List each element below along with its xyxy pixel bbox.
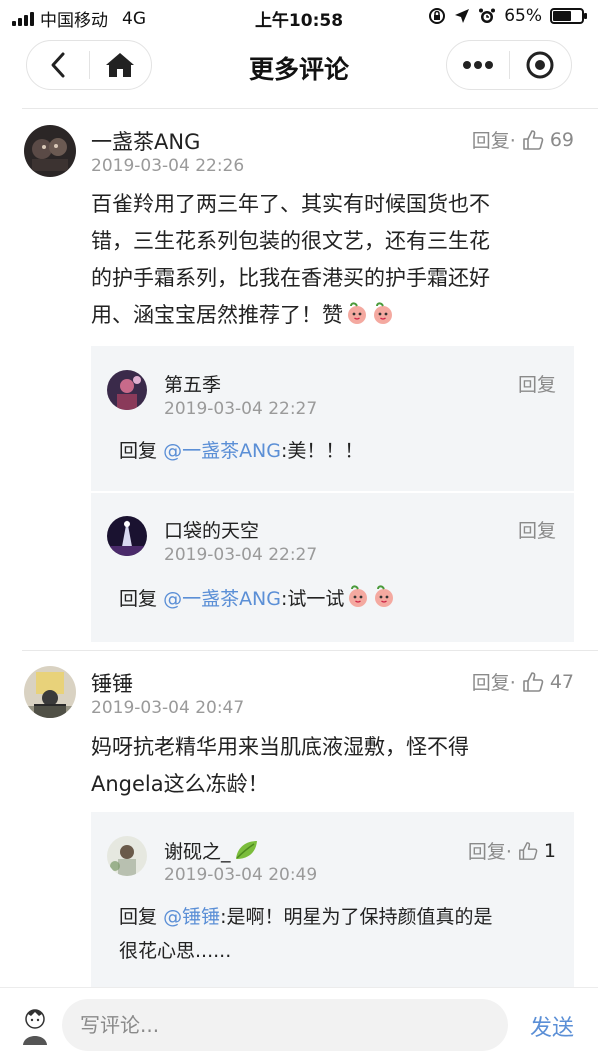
avatar[interactable] [24,125,76,177]
peach-face-emoji-icon [374,302,392,324]
comment-text-line: 错，三生花系列包装的很文艺，还有三生花 [91,229,490,253]
avatar[interactable] [107,370,147,410]
like-count: 69 [549,128,574,151]
reply-prefix: 回复 [119,440,158,462]
reply-prefix: 回复 [119,906,158,928]
comment-time: 2019-03-04 20:47 [91,698,245,718]
thumbs-up-icon[interactable] [518,841,538,861]
nav-right-capsule [446,40,572,90]
reply-text-line: 回复 @锤锤:是啊！明星为了保持颜值真的是 [119,900,554,934]
nav-divider [22,108,598,109]
reply-item: 谢砚之_ 2019-03-04 20:49 回复· 1 回复 @锤锤:是啊！明星… [91,812,574,987]
leaf-icon [235,841,257,859]
reply-author[interactable]: 谢砚之_ [164,837,259,864]
comment-text: 妈呀抗老精华用来当肌底液湿敷，怪不得 Angela这么冻龄！ [91,729,561,803]
reply-list: 谢砚之_ 2019-03-04 20:49 回复· 1 回复 @锤锤:是啊！明星… [91,812,574,987]
reply-item: 口袋的天空 2019-03-04 22:27 回复 回复 @一盏茶ANG:试一试 [91,493,574,642]
comment-author[interactable]: 锤锤 [91,668,133,698]
comment-text-line: Angela这么冻龄！ [91,772,269,796]
close-button[interactable] [510,41,572,89]
comment-text-line: 用、涵宝宝居然推荐了！赞 [91,303,343,327]
lock-rotation-icon [429,8,446,24]
peach-face-emoji-icon [348,302,366,324]
reply-time: 2019-03-04 20:49 [164,865,318,885]
reply-content: :试一试 [281,588,345,610]
reply-actions: 回复· 1 [468,837,556,864]
location-icon [455,9,470,23]
reply-item: 第五季 2019-03-04 22:27 回复 回复 @一盏茶ANG:美！！！ [91,346,574,490]
comment-input[interactable] [62,999,508,1051]
reply-button[interactable]: 回复· [472,126,516,153]
comment-compose-bar: 发送 [0,987,598,1063]
status-bar: 中国移动 4G 上午10:58 65% [0,0,598,34]
reply-label: 回复 [517,374,556,396]
thumbs-up-icon[interactable] [522,129,544,151]
battery-icon [550,8,587,24]
target-circle-icon [526,51,554,79]
thumbs-up-icon[interactable] [522,671,544,693]
reply-content: :美！！！ [281,440,364,462]
reply-list: 第五季 2019-03-04 22:27 回复 回复 @一盏茶ANG:美！！！ … [91,346,574,642]
comment-actions: 回复· 47 [472,668,574,695]
reply-text: 回复 @一盏茶ANG:试一试 [119,582,554,616]
reply-button[interactable]: 回复· [472,668,516,695]
reply-text-line: 很花心思...... [119,940,232,962]
reply-text: 回复 @一盏茶ANG:美！！！ [119,434,554,468]
comment-time: 2019-03-04 22:26 [91,156,245,176]
comment-divider [22,650,598,651]
like-count: 47 [549,670,574,693]
avatar[interactable] [107,836,147,876]
avatar[interactable] [18,1005,52,1045]
avatar[interactable] [107,516,147,556]
reply-author-name: 谢砚之_ [164,841,231,863]
reply-prefix: 回复 [119,588,158,610]
reply-label: 回复 [517,520,556,542]
reply-content: :是啊！明星为了保持颜值真的是 [220,906,493,928]
comment-author[interactable]: 一盏茶ANG [91,126,200,156]
reply-text: 回复 @锤锤:是啊！明星为了保持颜值真的是 很花心思...... [119,900,554,968]
mention-link[interactable]: @锤锤 [163,906,220,928]
reply-button[interactable]: 回复· [468,837,512,864]
alarm-icon [479,8,496,23]
peach-face-emoji-icon [375,585,394,607]
reply-time: 2019-03-04 22:27 [164,545,318,565]
comment-text-line: 妈呀抗老精华用来当肌底液湿敷，怪不得 [91,735,469,759]
like-count: 1 [543,839,556,862]
mention-link[interactable]: @一盏茶ANG [163,588,281,610]
more-button[interactable] [447,41,509,89]
reply-author[interactable]: 口袋的天空 [164,516,259,543]
battery-percent: 65% [504,6,542,26]
peach-face-emoji-icon [349,585,368,607]
comment-text: 百雀羚用了两三年了、其实有时候国货也不 错，三生花系列包装的很文艺，还有三生花 … [91,186,561,334]
reply-button[interactable]: 回复 [518,516,556,543]
reply-time: 2019-03-04 22:27 [164,399,318,419]
nav-bar: 更多评论 [0,38,598,94]
send-button[interactable]: 发送 [530,1010,574,1042]
avatar[interactable] [24,666,76,718]
reply-author[interactable]: 第五季 [164,370,221,397]
comment-text-line: 百雀羚用了两三年了、其实有时候国货也不 [91,192,490,216]
comment-actions: 回复· 69 [472,126,574,153]
mention-link[interactable]: @一盏茶ANG [163,440,281,462]
comment-text-last: 用、涵宝宝居然推荐了！赞 [91,297,561,334]
comment-text-line: 的护手霜系列，比我在香港买的护手霜还好 [91,266,490,290]
more-dots-icon [462,61,493,69]
reply-button[interactable]: 回复 [518,370,556,397]
